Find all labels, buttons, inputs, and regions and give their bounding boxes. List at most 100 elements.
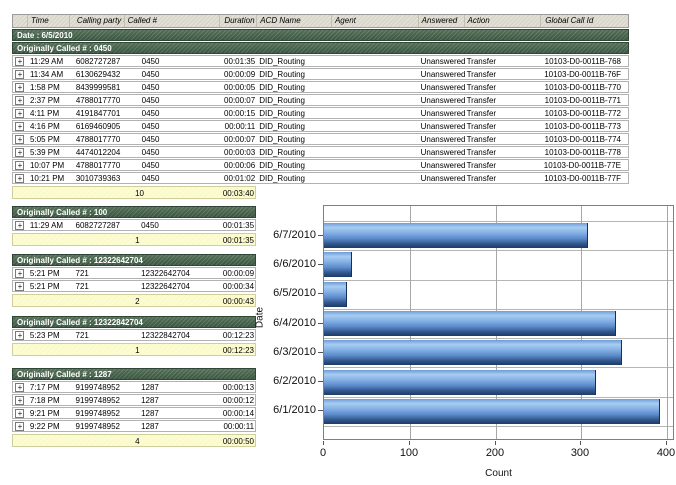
- chart-y-tick: [318, 264, 323, 265]
- cell-time: 10:21 PM: [27, 173, 69, 183]
- expand-row-button[interactable]: +: [15, 269, 24, 278]
- table-row: +11:29 AM6082727287045000:01:35: [12, 219, 256, 231]
- table-row: +11:29 AM6082727287045000:01:35DID_Routi…: [12, 55, 629, 67]
- cell-time: 4:16 PM: [27, 121, 69, 131]
- cell-time: 7:18 PM: [27, 395, 69, 405]
- cell-called: 1287: [123, 382, 218, 392]
- cell-duration: 00:01:35: [219, 56, 256, 66]
- expand-cell: +: [13, 108, 27, 118]
- summary-spacer: [69, 435, 124, 446]
- group-header: Originally Called # : 12322642704: [12, 254, 256, 266]
- summary-count: 4: [123, 435, 218, 446]
- cell-gcid: 10103-D0-0011B-778: [540, 147, 628, 157]
- expand-row-button[interactable]: +: [15, 70, 24, 79]
- header-cell-acd[interactable]: ACD Name: [256, 15, 331, 27]
- chart-bar: [324, 370, 596, 395]
- cell-time: 5:23 PM: [27, 330, 69, 340]
- cell-duration: 00:00:06: [219, 160, 256, 170]
- chart-x-tick: [580, 441, 581, 445]
- cell-answered: Unanswered: [418, 82, 464, 92]
- chart-x-tick: [323, 441, 324, 445]
- group-header: Originally Called # : 1287: [12, 368, 256, 380]
- chart-x-tick-label: 200: [475, 447, 515, 459]
- expand-row-button[interactable]: +: [15, 57, 24, 66]
- chart-x-axis-label: Count: [323, 468, 674, 479]
- expand-cell: +: [13, 82, 27, 92]
- cell-duration: 00:00:07: [219, 134, 256, 144]
- expand-row-button[interactable]: +: [15, 282, 24, 291]
- summary-spacer: [13, 234, 27, 245]
- expand-row-button[interactable]: +: [15, 331, 24, 340]
- cell-gcid: 10103-D0-0011B-768: [540, 56, 628, 66]
- table-row: +5:21 PM7211232264270400:00:34: [12, 280, 256, 292]
- expand-row-button[interactable]: +: [15, 161, 24, 170]
- table-row: +9:21 PM9199748952128700:00:14: [12, 407, 256, 419]
- cell-acd: DID_Routing: [256, 56, 331, 66]
- expand-cell: +: [13, 395, 27, 405]
- cell-time: 11:29 AM: [27, 220, 69, 230]
- cell-acd: DID_Routing: [256, 108, 331, 118]
- chart-vgridline: [667, 206, 668, 439]
- expand-row-button[interactable]: +: [15, 148, 24, 157]
- expand-row-button[interactable]: +: [15, 135, 24, 144]
- table-row: +5:05 PM4788017770045000:00:07DID_Routin…: [12, 133, 629, 145]
- chart-hgridline: [324, 367, 673, 368]
- expand-row-button[interactable]: +: [15, 109, 24, 118]
- chart-y-tick: [318, 323, 323, 324]
- group-summary-row: 200:00:43: [12, 294, 256, 307]
- summary-spacer: [13, 435, 27, 446]
- header-cell-duration[interactable]: Duration: [219, 15, 256, 27]
- group-table: Originally Called # : 1287+7:17 PM919974…: [12, 367, 256, 447]
- cell-gcid: 10103-D0-0011B-771: [540, 95, 628, 105]
- chart-bar: [324, 311, 616, 336]
- cell-gcid: 10103-D0-0011B-77E: [540, 160, 628, 170]
- expand-row-button[interactable]: +: [15, 174, 24, 183]
- table-row: +1:58 PM8439999581045000:00:05DID_Routin…: [12, 81, 629, 93]
- header-cell-calling[interactable]: Calling party #: [69, 15, 124, 27]
- expand-row-button[interactable]: +: [15, 83, 24, 92]
- cell-agent: [331, 56, 418, 66]
- chart-category-label: 6/3/2010: [240, 346, 316, 358]
- cell-acd: DID_Routing: [256, 82, 331, 92]
- cell-answered: Unanswered: [418, 121, 464, 131]
- cell-answered: Unanswered: [418, 108, 464, 118]
- expand-row-button[interactable]: +: [15, 396, 24, 405]
- cell-duration: 00:00:05: [219, 82, 256, 92]
- cell-calling: 6169460905: [69, 121, 124, 131]
- header-cell-called[interactable]: Called #: [124, 15, 220, 27]
- group-header: Originally Called # : 0450: [12, 42, 629, 54]
- expand-row-button[interactable]: +: [15, 409, 24, 418]
- chart-category-label: 6/5/2010: [240, 287, 316, 299]
- cell-acd: DID_Routing: [256, 147, 331, 157]
- cell-calling: 9199748952: [69, 382, 124, 392]
- cell-duration: 00:00:15: [219, 108, 256, 118]
- header-cell-answered[interactable]: Answered: [418, 15, 464, 27]
- group-table: Originally Called # : 12322842704+5:23 P…: [12, 315, 256, 356]
- chart-hgridline: [324, 280, 673, 281]
- header-cell-gcid[interactable]: Global Call Id: [540, 15, 628, 27]
- expand-row-button[interactable]: +: [15, 422, 24, 431]
- cell-action: Transfer: [464, 108, 541, 118]
- header-cell-action[interactable]: Action: [464, 15, 541, 27]
- cell-action: Transfer: [464, 82, 541, 92]
- expand-cell: +: [13, 330, 27, 340]
- cell-duration: 00:01:02: [219, 173, 256, 183]
- header-cell-time[interactable]: Time: [27, 15, 69, 27]
- expand-cell: +: [13, 160, 27, 170]
- expand-cell: +: [13, 421, 27, 431]
- cell-action: Transfer: [464, 56, 541, 66]
- header-cell-agent[interactable]: Agent: [331, 15, 418, 27]
- expand-row-button[interactable]: +: [15, 383, 24, 392]
- cell-duration: 00:00:03: [219, 147, 256, 157]
- cell-gcid: 10103-D0-0011B-76F: [540, 69, 628, 79]
- cell-answered: Unanswered: [418, 147, 464, 157]
- expand-row-button[interactable]: +: [15, 221, 24, 230]
- cell-gcid: 10103-D0-0011B-770: [540, 82, 628, 92]
- expand-row-button[interactable]: +: [15, 96, 24, 105]
- cell-calling: 4788017770: [69, 134, 124, 144]
- cell-acd: DID_Routing: [256, 69, 331, 79]
- cell-time: 5:05 PM: [27, 134, 69, 144]
- expand-row-button[interactable]: +: [15, 122, 24, 131]
- expand-cell: +: [13, 268, 27, 278]
- expand-cell: +: [13, 281, 27, 291]
